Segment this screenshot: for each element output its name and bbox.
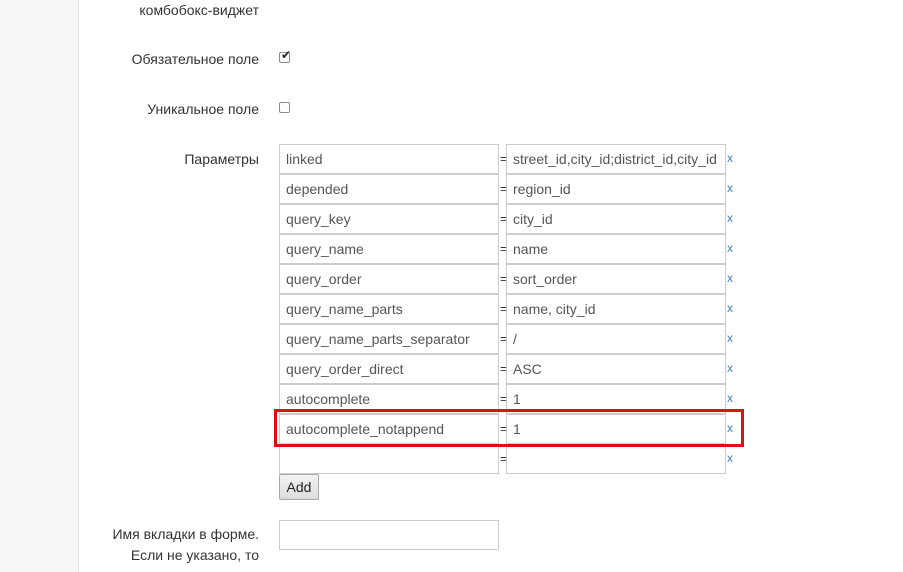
remove-param-link[interactable]: x: [727, 451, 733, 465]
remove-param-link[interactable]: x: [727, 271, 733, 285]
unique-field-label: Уникальное поле: [147, 101, 259, 117]
param-key-input[interactable]: linked: [279, 144, 499, 174]
param-value-input[interactable]: street_id,city_id;district_id,city_id: [506, 144, 726, 174]
tab-name-label: Имя вкладки в форме. Если не указано, то: [112, 524, 259, 566]
add-param-button[interactable]: Add: [279, 474, 319, 500]
param-key-input[interactable]: query_order_direct: [279, 354, 499, 384]
parameters-label: Параметры: [184, 151, 259, 167]
checkmark-icon: ✔: [281, 48, 292, 62]
param-key-input[interactable]: query_name_parts: [279, 294, 499, 324]
param-value-input[interactable]: ASC: [506, 354, 726, 384]
remove-param-link[interactable]: x: [727, 241, 733, 255]
remove-param-link[interactable]: x: [727, 301, 733, 315]
param-key-input[interactable]: query_name_parts_separator: [279, 324, 499, 354]
remove-param-link[interactable]: x: [727, 331, 733, 345]
remove-param-link[interactable]: x: [727, 391, 733, 405]
left-sidebar-strip: [0, 0, 79, 572]
param-key-input[interactable]: [279, 444, 499, 474]
tab-name-label-line1: Имя вкладки в форме.: [112, 526, 259, 542]
highlight-annotation-box: [274, 409, 744, 447]
remove-param-link[interactable]: x: [727, 151, 733, 165]
param-key-input[interactable]: query_order: [279, 264, 499, 294]
param-key-input[interactable]: query_name: [279, 234, 499, 264]
param-value-input[interactable]: sort_order: [506, 264, 726, 294]
param-value-input[interactable]: region_id: [506, 174, 726, 204]
required-field-label: Обязательное поле: [131, 51, 259, 67]
param-value-input[interactable]: [506, 444, 726, 474]
unique-field-checkbox[interactable]: [279, 102, 290, 113]
remove-param-link[interactable]: x: [727, 361, 733, 375]
param-value-input[interactable]: city_id: [506, 204, 726, 234]
remove-param-link[interactable]: x: [727, 181, 733, 195]
remove-param-link[interactable]: x: [727, 211, 733, 225]
widget-label-tail: комбобокс-виджет: [139, 2, 259, 18]
param-key-input[interactable]: depended: [279, 174, 499, 204]
required-field-checkbox[interactable]: ✔: [279, 48, 291, 63]
param-key-input[interactable]: query_key: [279, 204, 499, 234]
param-value-input[interactable]: name: [506, 234, 726, 264]
tab-name-input[interactable]: [279, 520, 499, 550]
tab-name-label-line2: Если не указано, то: [130, 547, 259, 563]
param-value-input[interactable]: /: [506, 324, 726, 354]
param-value-input[interactable]: name, city_id: [506, 294, 726, 324]
